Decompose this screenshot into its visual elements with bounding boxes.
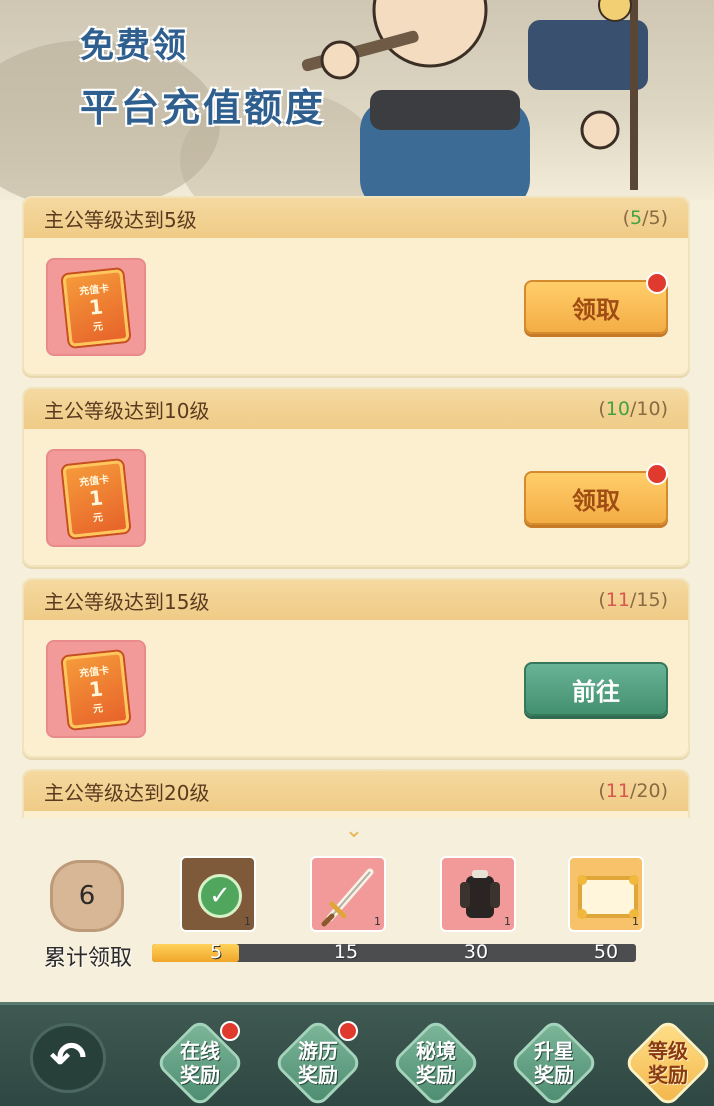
bottom-nav: ↶ 在线 奖励 游历 奖励 秘境 奖励 升星 奖励 等级 奖励	[0, 1002, 714, 1106]
notification-dot	[646, 463, 668, 485]
milestone-reward-5[interactable]: ✓ 1	[180, 856, 256, 932]
task-progress-current: 11	[605, 589, 630, 611]
progress-tick: 50	[593, 941, 619, 963]
tab-label: 游历 奖励	[298, 1039, 338, 1087]
task-item: 主公等级达到5级 (5/5) 充值卡 1 元 领取	[22, 196, 690, 376]
go-button[interactable]: 前往	[524, 662, 668, 716]
recharge-card-icon: 充值卡 1 元	[62, 460, 130, 538]
task-title: 主公等级达到15级	[44, 589, 210, 614]
task-body: 充值卡 1 元 领取	[24, 429, 688, 567]
milestone-qty: 1	[632, 915, 639, 928]
task-header: 主公等级达到15级 (11/15)	[24, 580, 688, 620]
task-progress-current: 11	[605, 780, 630, 802]
claim-button-label: 领取	[572, 295, 620, 324]
tab-secret-realm-reward[interactable]: 秘境 奖励	[390, 1017, 482, 1106]
notification-dot	[220, 1021, 240, 1041]
task-progress-target: 5	[648, 207, 661, 229]
recharge-card-icon: 充值卡 1 元	[62, 651, 130, 729]
tab-travel-reward[interactable]: 游历 奖励	[272, 1017, 364, 1106]
banner: 免费领 平台充值额度	[0, 0, 714, 200]
milestone-qty: 1	[504, 915, 511, 928]
task-item: 主公等级达到20级 (11/20)	[22, 769, 690, 818]
tab-online-reward[interactable]: 在线 奖励	[154, 1017, 246, 1106]
cumulative-label: 累计领取	[43, 946, 132, 971]
hero-illustration	[301, 0, 648, 200]
cumulative-progress-bar: 5 15 30 50	[152, 941, 636, 963]
task-progress-target: 20	[636, 780, 661, 802]
task-progress-target: 10	[636, 398, 661, 420]
banner-title: 免费领 平台充值额度	[80, 18, 326, 132]
milestone-reward-30[interactable]: 1	[440, 856, 516, 932]
tab-level-reward[interactable]: 等级 奖励	[622, 1017, 714, 1106]
tab-label: 秘境 奖励	[416, 1039, 456, 1087]
task-progress-current: 10	[605, 398, 630, 420]
reward-slot[interactable]: 充值卡 1 元	[46, 258, 146, 356]
task-progress: (11/15)	[598, 589, 668, 611]
task-header: 主公等级达到5级 (5/5)	[24, 198, 688, 238]
task-title: 主公等级达到5级	[44, 207, 197, 232]
progress-tick: 30	[463, 941, 489, 963]
milestone-qty: 1	[374, 915, 381, 928]
reward-slot[interactable]: 充值卡 1 元	[46, 449, 146, 547]
tab-label: 升星 奖励	[534, 1039, 574, 1087]
notification-dot	[646, 272, 668, 294]
task-item: 主公等级达到10级 (10/10) 充值卡 1 元 领取	[22, 387, 690, 567]
tab-label: 在线 奖励	[180, 1039, 220, 1087]
task-body: 充值卡 1 元 前往	[24, 620, 688, 758]
banner-title-line2: 平台充值额度	[80, 85, 327, 130]
notification-dot	[338, 1021, 358, 1041]
task-progress: (11/20)	[598, 780, 668, 802]
progress-tick: 15	[333, 941, 359, 963]
task-progress-target: 15	[636, 589, 661, 611]
cumulative-panel: 6 累计领取 ✓ 1 1 1 1 5 15 30 50	[0, 840, 714, 1000]
claimed-check-icon: ✓	[198, 874, 242, 918]
recharge-card-icon: 充值卡 1 元	[62, 269, 130, 347]
task-list[interactable]: 主公等级达到5级 (5/5) 充值卡 1 元 领取 主公等级达到10级 (10/…	[22, 196, 690, 818]
cumulative-count-badge: 6	[50, 860, 124, 932]
back-arrow-icon[interactable]: ↶	[30, 1023, 106, 1093]
tab-star-up-reward[interactable]: 升星 奖励	[508, 1017, 600, 1106]
task-header: 主公等级达到20级 (11/20)	[24, 771, 688, 811]
claim-button[interactable]: 领取	[524, 272, 668, 334]
task-progress: (10/10)	[598, 398, 668, 420]
milestone-qty: 1	[244, 915, 251, 928]
milestone-reward-15[interactable]: 1	[310, 856, 386, 932]
tab-label: 等级 奖励	[648, 1039, 688, 1087]
task-progress: (5/5)	[622, 207, 668, 229]
progress-tick: 5	[209, 941, 223, 963]
task-body: 充值卡 1 元 领取	[24, 238, 688, 376]
task-item: 主公等级达到15级 (11/15) 充值卡 1 元 前往	[22, 578, 690, 758]
banner-title-line1: 免费领	[80, 26, 188, 66]
go-button-label: 前往	[572, 677, 620, 706]
task-header: 主公等级达到10级 (10/10)	[24, 389, 688, 429]
milestone-reward-50[interactable]: 1	[568, 856, 644, 932]
task-title: 主公等级达到20级	[44, 780, 210, 805]
claim-button-label: 领取	[572, 486, 620, 515]
cumulative-progress-fill	[152, 944, 240, 962]
chevron-down-icon[interactable]: ⌄	[340, 818, 368, 843]
task-progress-current: 5	[629, 207, 643, 229]
claim-button[interactable]: 领取	[524, 463, 668, 525]
reward-slot[interactable]: 充值卡 1 元	[46, 640, 146, 738]
task-title: 主公等级达到10级	[44, 398, 210, 423]
